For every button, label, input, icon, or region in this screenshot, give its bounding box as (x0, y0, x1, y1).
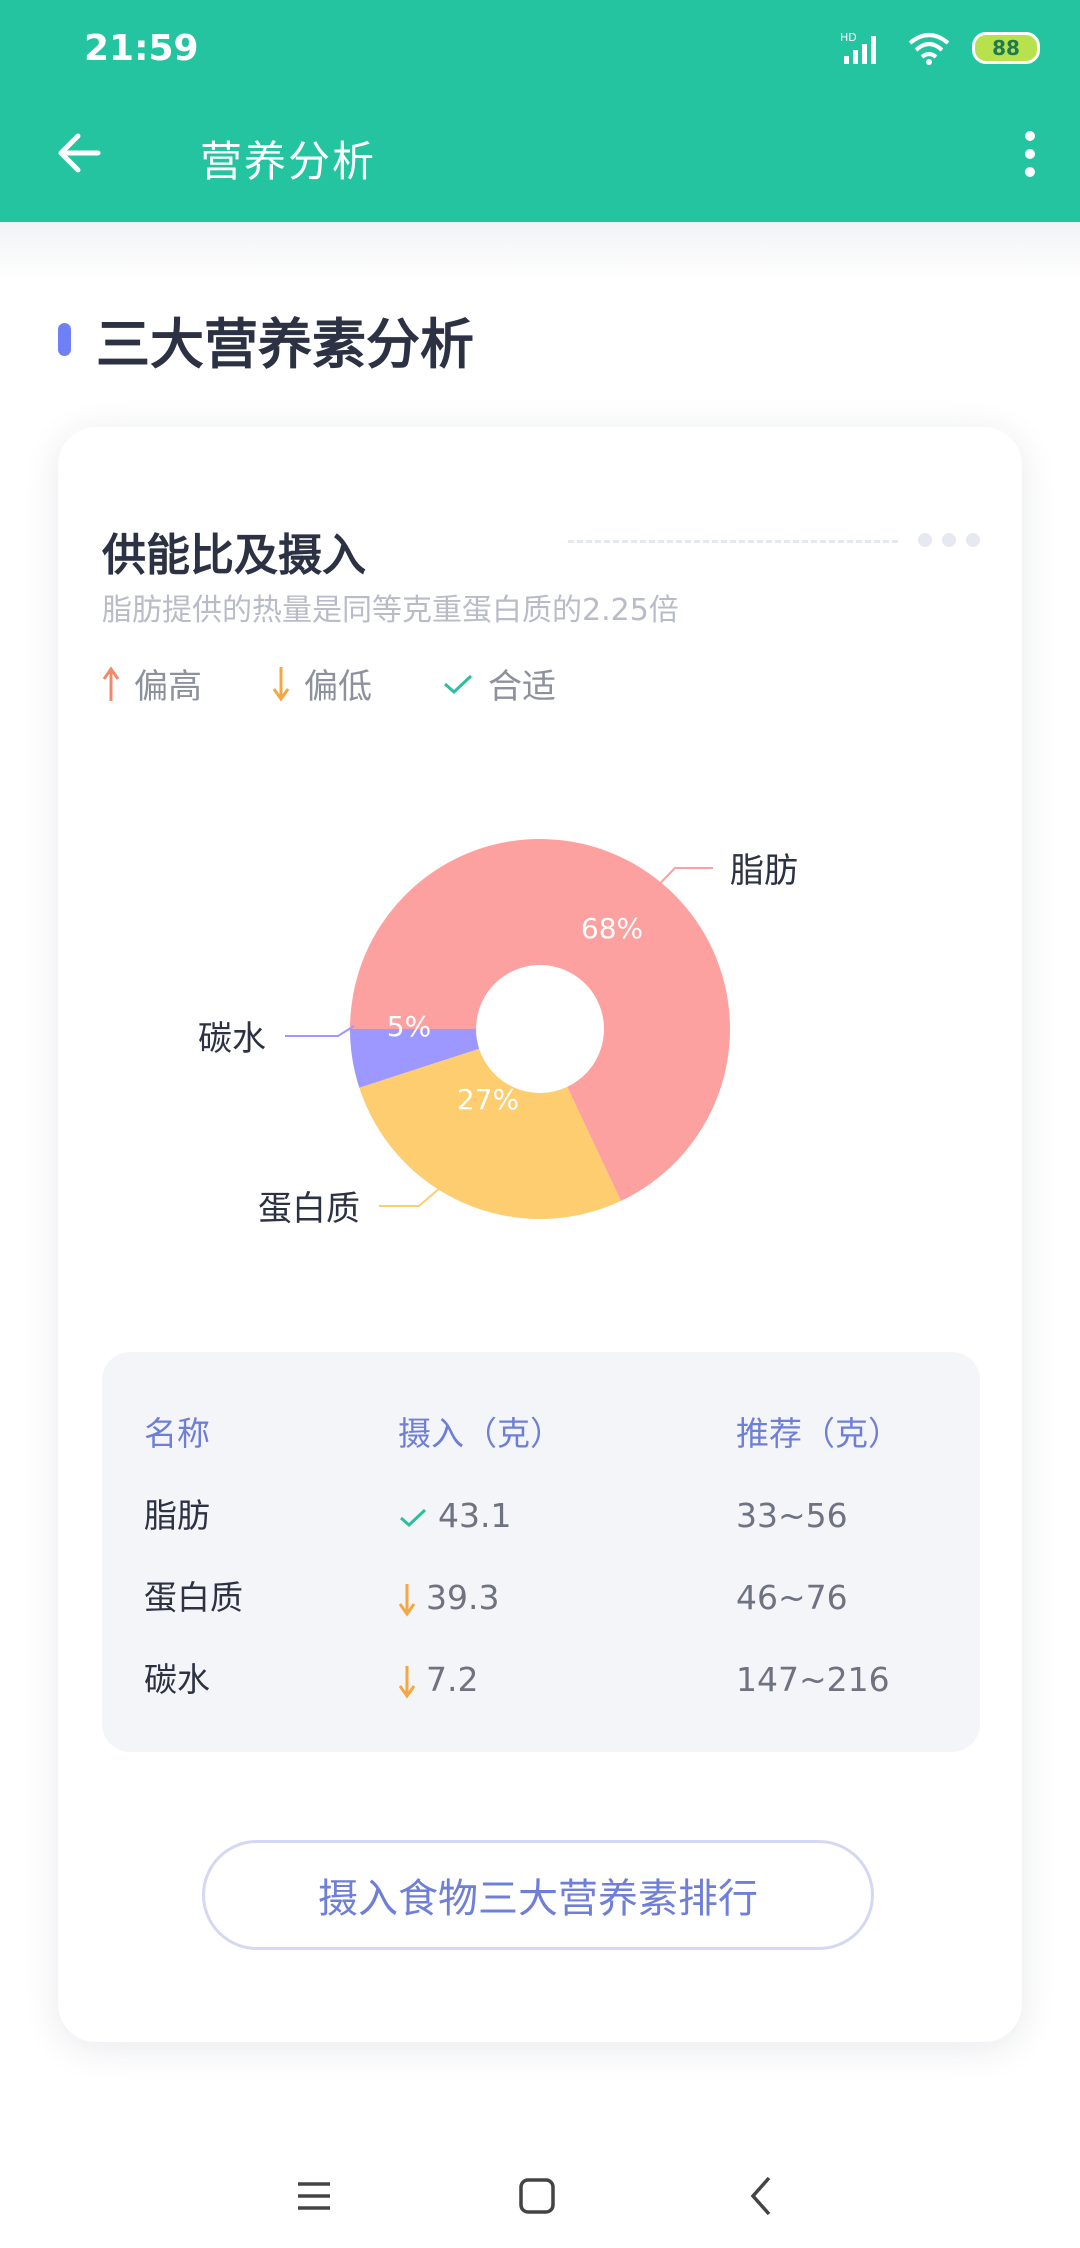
intake-value: 43.1 (438, 1496, 512, 1535)
header-shadow (0, 222, 1080, 282)
chart-data-label: 5% (387, 1010, 431, 1043)
table-header: 推荐（克） (736, 1414, 901, 1453)
chart-category-label: 脂肪 (730, 851, 798, 891)
check-icon (400, 1508, 427, 1527)
nutrient-name: 蛋白质 (144, 1578, 243, 1617)
battery-indicator: 88 (972, 32, 1040, 64)
chart-category-label: 碳水 (198, 1019, 266, 1059)
chart-category-label: 蛋白质 (258, 1189, 360, 1229)
nutrient-donut-chart: 脂肪 碳水 蛋白质 68% 27% 5% (198, 839, 798, 1229)
arrow-down-icon (398, 1665, 416, 1699)
more-vertical-icon[interactable] (1020, 130, 1040, 180)
menu-icon[interactable] (284, 2166, 344, 2226)
intake-cell: 7.2 (398, 1650, 478, 1710)
home-square-icon[interactable] (507, 2166, 567, 2226)
check-icon (444, 674, 473, 694)
arrow-down-icon (398, 1583, 416, 1617)
table-header-row: 名称 摄入（克） 推荐（克） (102, 1404, 980, 1464)
section-accent-bar (58, 323, 71, 356)
table-header: 名称 (144, 1414, 210, 1453)
nutrient-name: 碳水 (144, 1660, 210, 1699)
arrow-down-icon (272, 666, 290, 702)
decorative-dots (918, 533, 980, 547)
intake-value: 7.2 (426, 1660, 479, 1699)
back-chevron-icon[interactable] (733, 2166, 793, 2226)
legend-item-low: 偏低 (272, 659, 372, 708)
legend-label: 偏高 (134, 667, 202, 707)
section-title: 三大营养素分析 (96, 313, 474, 376)
status-time: 21:59 (84, 28, 199, 69)
table-row: 碳水 7.2 147~216 (102, 1650, 980, 1710)
page-title: 营养分析 (200, 137, 377, 186)
network-type: HD (840, 31, 857, 44)
recommended-value: 33~56 (736, 1496, 848, 1535)
card-title: 供能比及摄入 (102, 530, 366, 581)
nutrient-table: 名称 摄入（克） 推荐（克） 脂肪 43.1 33~56 蛋白质 39.3 46… (102, 1352, 980, 1752)
title-divider (568, 540, 898, 543)
arrow-up-icon (102, 665, 120, 701)
table-row: 蛋白质 39.3 46~76 (102, 1568, 980, 1628)
card-subtitle: 脂肪提供的热量是同等克重蛋白质的2.25倍 (102, 593, 679, 628)
legend-item-ok: 合适 (442, 659, 556, 708)
table-row: 脂肪 43.1 33~56 (102, 1486, 980, 1546)
intake-value: 39.3 (426, 1578, 500, 1617)
nutrition-card: 供能比及摄入 脂肪提供的热量是同等克重蛋白质的2.25倍 偏高 偏低 合适 脂肪… (58, 427, 1022, 2042)
chart-data-label: 68% (581, 912, 643, 945)
status-legend: 偏高 偏低 合适 (102, 659, 626, 708)
nutrient-ranking-button[interactable]: 摄入食物三大营养素排行 (202, 1840, 874, 1950)
legend-label: 偏低 (304, 667, 372, 707)
intake-cell: 39.3 (398, 1568, 499, 1628)
system-nav-bar (0, 2140, 1080, 2248)
status-icons: HD 88 (840, 30, 1040, 66)
legend-label: 合适 (488, 667, 556, 707)
recommended-value: 147~216 (736, 1660, 890, 1699)
back-arrow-icon[interactable] (54, 128, 104, 178)
nutrient-name: 脂肪 (144, 1496, 210, 1535)
signal-icon: HD (840, 31, 876, 64)
wifi-icon (908, 33, 950, 65)
legend-item-high: 偏高 (102, 659, 202, 708)
recommended-value: 46~76 (736, 1578, 848, 1617)
table-header: 摄入（克） (398, 1414, 563, 1453)
chart-data-label: 27% (457, 1083, 519, 1116)
app-header: 21:59 HD 88 营养分析 (0, 0, 1080, 222)
intake-cell: 43.1 (398, 1486, 511, 1546)
